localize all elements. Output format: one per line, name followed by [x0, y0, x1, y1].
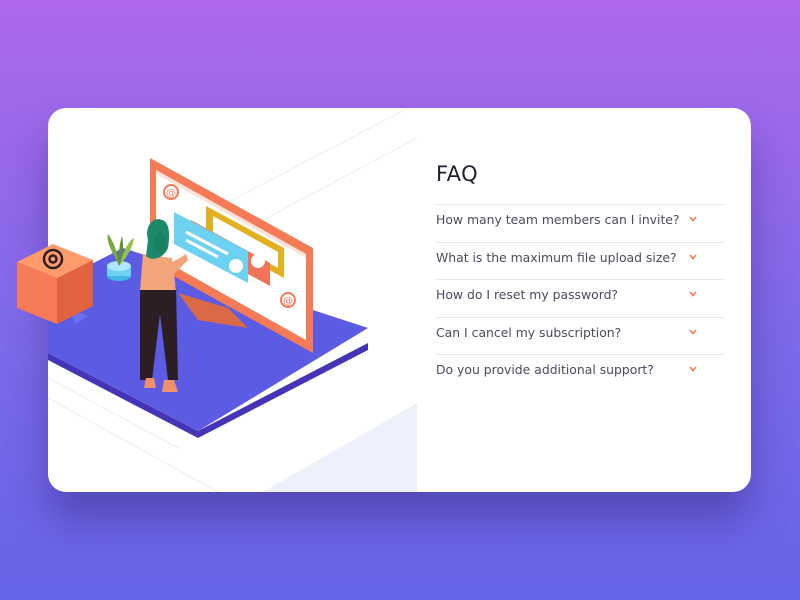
- faq-item[interactable]: How many team members can I invite?: [436, 204, 724, 242]
- chevron-down-icon[interactable]: [688, 365, 698, 373]
- svg-text:@: @: [283, 296, 293, 307]
- divider: [436, 354, 724, 355]
- chevron-down-icon[interactable]: [688, 290, 698, 298]
- chevron-down-icon[interactable]: [688, 215, 698, 223]
- divider: [436, 279, 724, 280]
- divider: [436, 316, 724, 318]
- faq-question[interactable]: Can I cancel my subscription?: [436, 325, 621, 340]
- faq-question[interactable]: How do I reset my password?: [436, 287, 618, 302]
- faq-question[interactable]: What is the maximum file upload size?: [436, 250, 677, 265]
- chevron-down-icon[interactable]: [688, 253, 698, 261]
- faq-title: FAQ: [436, 162, 479, 186]
- divider: [436, 204, 724, 205]
- faq-item[interactable]: How do I reset my password?: [436, 279, 724, 317]
- chevron-down-icon[interactable]: [688, 328, 698, 336]
- faq-item[interactable]: Do you provide additional support?: [436, 354, 724, 392]
- woman-online-illustration: @ @: [48, 108, 417, 492]
- svg-text:@: @: [166, 188, 176, 199]
- faq-question[interactable]: Do you provide additional support?: [436, 362, 654, 377]
- faq-question[interactable]: How many team members can I invite?: [436, 212, 680, 227]
- at-sign-cube-icon: [17, 244, 93, 324]
- faq-section: FAQ How many team members can I invite? …: [436, 160, 724, 392]
- faq-item[interactable]: What is the maximum file upload size?: [436, 241, 724, 280]
- faq-card: @ @ FAQ How many team members can I invi…: [48, 108, 751, 492]
- faq-item[interactable]: Can I cancel my subscription?: [436, 316, 724, 355]
- divider: [436, 241, 724, 243]
